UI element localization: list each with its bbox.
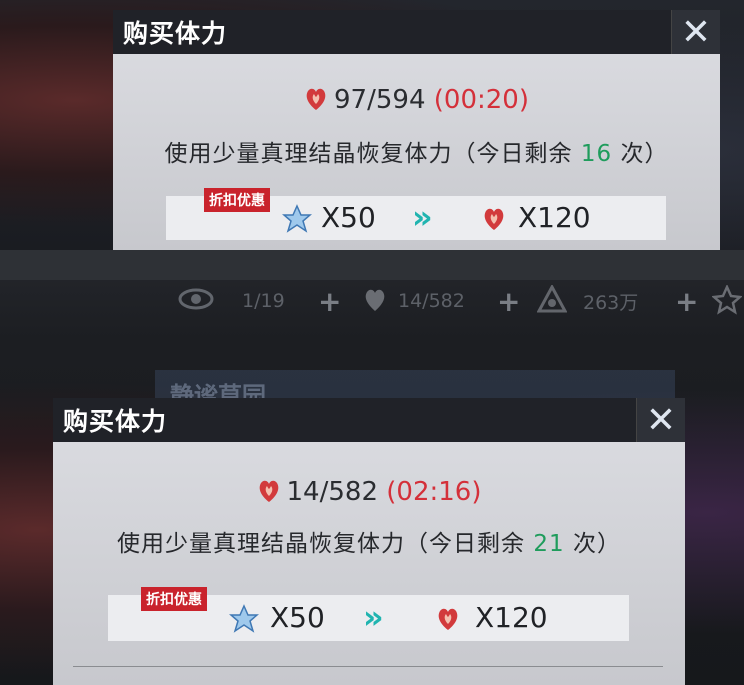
description-prefix: 使用少量真理结晶恢复体力（今日剩余 <box>164 141 573 167</box>
discount-badge: 折扣优惠 <box>141 587 207 611</box>
recover-timer: (00:20) <box>433 85 529 115</box>
stamina-status: 14/582 (02:16) <box>53 476 685 511</box>
dialog-header: 购买体力 <box>53 398 685 442</box>
recover-timer: (02:16) <box>386 477 482 507</box>
purchase-option[interactable]: 折扣优惠 X50 » X120 <box>166 188 666 240</box>
description-suffix: 次） <box>572 531 621 557</box>
remaining-count: 16 <box>580 141 613 167</box>
crystal-icon <box>281 204 313 238</box>
double-chevron-icon: » <box>363 598 384 636</box>
close-icon: ✕ <box>680 11 712 53</box>
eye-icon <box>178 288 214 315</box>
coin-value: 263万 <box>583 291 639 314</box>
heart-icon <box>482 204 506 236</box>
stamina-value: 14/582 <box>398 290 465 312</box>
description-suffix: 次） <box>620 141 669 167</box>
buy-stamina-dialog-top: 购买体力 ✕ 97/594 (00:20) 使用少量真理结晶恢复体力（今日剩余 … <box>113 10 720 250</box>
add-vision-button[interactable]: + <box>318 285 341 318</box>
stamina-value: 97/594 <box>334 85 426 115</box>
coin-counter: 263万 <box>536 283 639 318</box>
description: 使用少量真理结晶恢复体力（今日剩余 16 次） <box>113 134 720 168</box>
purchase-option[interactable]: 折扣优惠 X50 » X120 <box>108 587 629 641</box>
dialog-title: 购买体力 <box>63 407 168 436</box>
dialog-header: 购买体力 <box>113 10 720 54</box>
dialog-body: 14/582 (02:16) 使用少量真理结晶恢复体力（今日剩余 21 次） 折… <box>53 442 685 685</box>
stamina-value: 14/582 <box>286 477 378 507</box>
resource-bar: 1/19 + 14/582 + 263万 + <box>0 283 744 319</box>
cost-amount: X50 <box>270 601 325 634</box>
add-stamina-button[interactable]: + <box>497 285 520 318</box>
heart-icon <box>436 604 460 636</box>
heart-icon <box>304 84 328 119</box>
close-icon: ✕ <box>645 399 677 441</box>
description-prefix: 使用少量真理结晶恢复体力（今日剩余 <box>117 531 526 557</box>
gain-amount: X120 <box>518 201 591 234</box>
buy-stamina-dialog-bottom: 购买体力 ✕ 14/582 (02:16) 使用少量真理结晶恢复体力（今日剩余 … <box>53 398 685 685</box>
close-button[interactable]: ✕ <box>636 398 685 442</box>
coin-icon <box>536 283 568 318</box>
heart-icon <box>362 285 388 318</box>
add-coin-button[interactable]: + <box>675 285 698 318</box>
star-icon <box>711 283 743 320</box>
dialog-title: 购买体力 <box>123 19 228 48</box>
dialog-body: 97/594 (00:20) 使用少量真理结晶恢复体力（今日剩余 16 次） 折… <box>113 54 720 250</box>
cost-amount: X50 <box>321 201 376 234</box>
discount-badge: 折扣优惠 <box>204 188 270 212</box>
vision-counter: 1/19 <box>178 288 285 315</box>
remaining-count: 21 <box>533 531 565 557</box>
divider <box>73 666 663 667</box>
vision-value: 1/19 <box>242 290 285 312</box>
stamina-status: 97/594 (00:20) <box>113 84 720 119</box>
gain-amount: X120 <box>475 601 548 634</box>
crystal-icon <box>228 604 260 638</box>
stamina-counter: 14/582 <box>362 285 465 318</box>
description: 使用少量真理结晶恢复体力（今日剩余 21 次） <box>53 524 685 558</box>
heart-icon <box>257 476 281 511</box>
background-strip <box>0 250 744 280</box>
double-chevron-icon: » <box>412 198 433 236</box>
close-button[interactable]: ✕ <box>671 10 720 54</box>
